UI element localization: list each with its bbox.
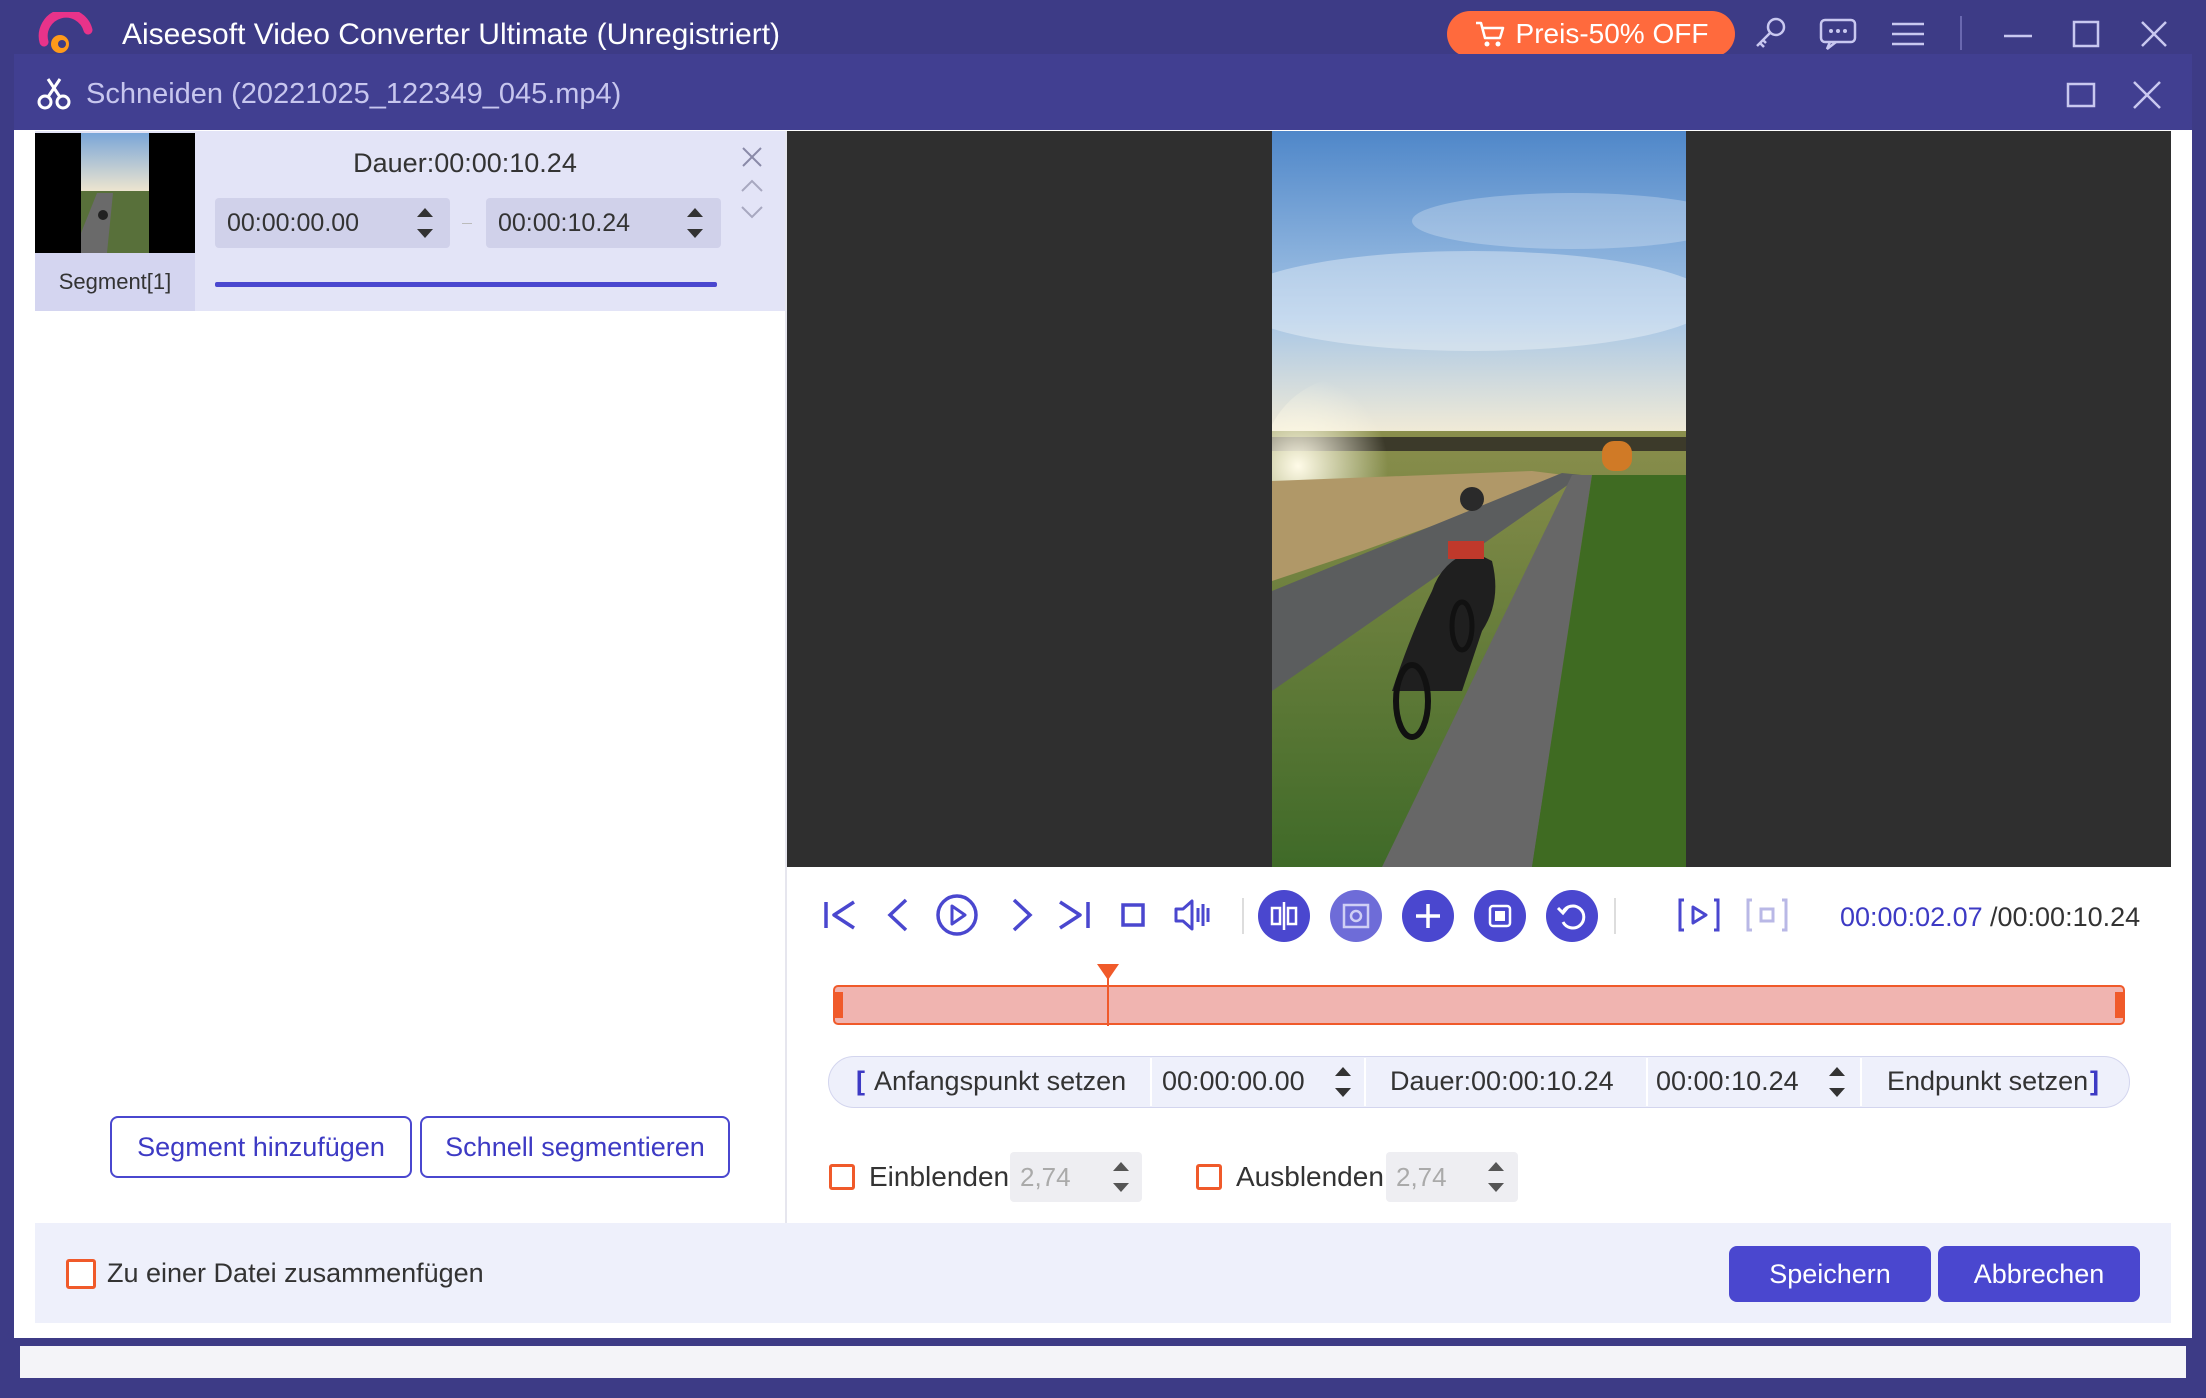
split-icon[interactable]	[1258, 890, 1310, 942]
segment-start-stepper[interactable]	[414, 203, 436, 243]
trim-divider	[1364, 1058, 1366, 1106]
fade-in-value: 2,74	[1020, 1161, 1071, 1192]
controls-divider-2	[1614, 898, 1616, 934]
scissors-icon	[36, 76, 72, 112]
go-to-start-icon[interactable]	[818, 892, 864, 938]
timeline-end-handle[interactable]	[2115, 992, 2123, 1018]
maximize-icon[interactable]	[2066, 14, 2106, 54]
range-dash	[462, 223, 472, 224]
set-start-button[interactable]: Anfangspunkt setzen	[874, 1066, 1126, 1097]
video-frame	[1272, 131, 1686, 867]
current-time: 00:00:02.07	[1840, 902, 1983, 932]
save-button[interactable]: Speichern	[1729, 1246, 1931, 1302]
start-bracket-icon: [	[856, 1066, 865, 1096]
cancel-button[interactable]: Abbrechen	[1938, 1246, 2140, 1302]
fade-out-label: Ausblenden	[1236, 1161, 1384, 1192]
merge-label: Zu einer Datei zusammenfügen	[107, 1258, 484, 1288]
fade-out-value: 2,74	[1396, 1161, 1447, 1192]
set-end-button[interactable]: Endpunkt setzen	[1887, 1066, 2088, 1097]
segment-start-value: 00:00:00.00	[227, 208, 360, 237]
fade-in-checkbox[interactable]	[829, 1164, 855, 1190]
segment-range-bar	[215, 282, 717, 287]
trim-start-field[interactable]: 00:00:00.00	[1162, 1066, 1305, 1097]
dialog-close-icon[interactable]	[2130, 78, 2164, 112]
play-selection-icon[interactable]	[1676, 892, 1722, 938]
fade-out-stepper[interactable]	[1485, 1157, 1507, 1197]
app-title: Aiseesoft Video Converter Ultimate (Unre…	[122, 18, 781, 51]
segment-label: Segment[1]	[58, 269, 172, 294]
chat-icon[interactable]	[1818, 14, 1858, 54]
trim-divider	[1150, 1058, 1152, 1106]
fade-in-stepper[interactable]	[1110, 1157, 1132, 1197]
snapshot-icon[interactable]	[1330, 890, 1382, 942]
trim-end-field[interactable]: 00:00:10.24	[1656, 1066, 1799, 1097]
close-icon[interactable]	[2134, 14, 2174, 54]
copy-segment-icon[interactable]	[1474, 890, 1526, 942]
next-frame-icon[interactable]	[998, 892, 1044, 938]
end-bracket-icon: ]	[2090, 1066, 2099, 1096]
stop-icon[interactable]	[1110, 892, 1156, 938]
segment-delete-icon[interactable]	[739, 144, 765, 170]
dialog-title: Schneiden (20221025_122349_045.mp4)	[86, 78, 622, 110]
play-icon[interactable]	[934, 892, 980, 938]
previous-frame-icon[interactable]	[876, 892, 922, 938]
trim-divider	[1646, 1058, 1648, 1106]
segment-move-up-icon[interactable]	[739, 176, 765, 196]
title-divider	[1960, 16, 1962, 50]
add-icon[interactable]	[1402, 890, 1454, 942]
trim-divider	[1860, 1058, 1862, 1106]
segment-end-stepper[interactable]	[684, 203, 706, 243]
play-outside-icon[interactable]	[1744, 892, 1790, 938]
promo-label: Preis-50% OFF	[1515, 18, 1709, 49]
timeline-start-handle[interactable]	[835, 992, 843, 1018]
go-to-end-icon[interactable]	[1050, 892, 1096, 938]
minimize-icon[interactable]	[1998, 14, 2038, 54]
main-window-strip	[20, 1346, 2186, 1378]
add-segment-button[interactable]: Segment hinzufügen	[110, 1116, 412, 1178]
playhead-marker[interactable]	[1097, 964, 1119, 980]
segment-duration: Dauer:00:00:10.24	[353, 148, 577, 178]
controls-divider	[1242, 898, 1244, 934]
key-icon[interactable]	[1750, 14, 1790, 54]
dialog-maximize-icon[interactable]	[2064, 78, 2098, 112]
fade-out-checkbox[interactable]	[1196, 1164, 1222, 1190]
trim-end-stepper[interactable]	[1826, 1062, 1848, 1102]
cart-icon	[1475, 21, 1504, 47]
segment-move-down-icon[interactable]	[739, 202, 765, 222]
promo-button[interactable]: Preis-50% OFF	[1447, 11, 1735, 57]
trim-duration: Dauer:00:00:10.24	[1390, 1066, 1614, 1096]
fade-in-label: Einblenden	[869, 1161, 1010, 1192]
segment-end-value: 00:00:10.24	[498, 208, 631, 237]
timeline-track[interactable]	[833, 985, 2125, 1025]
trim-start-stepper[interactable]	[1332, 1062, 1354, 1102]
reset-icon[interactable]	[1546, 890, 1598, 942]
volume-icon[interactable]	[1170, 892, 1216, 938]
total-time: /00:00:10.24	[1990, 902, 2141, 932]
menu-icon[interactable]	[1888, 14, 1928, 54]
segment-thumbnail	[35, 133, 195, 253]
quick-split-button[interactable]: Schnell segmentieren	[420, 1116, 730, 1178]
merge-checkbox[interactable]	[66, 1259, 96, 1289]
